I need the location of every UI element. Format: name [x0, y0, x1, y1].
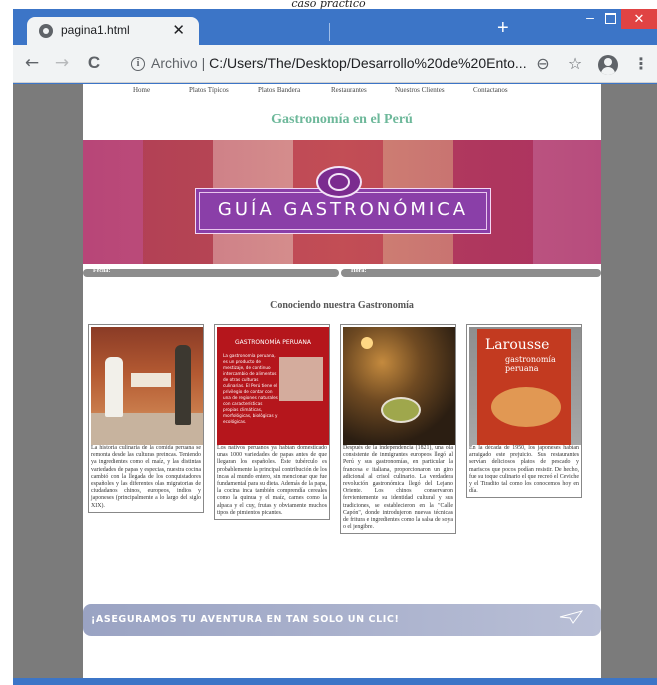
address-text: Archivo | C:/Users/The/Desktop/Desarroll…	[151, 55, 527, 71]
info-icon[interactable]: i	[131, 57, 145, 71]
tab-title: pagina1.html	[61, 23, 130, 37]
globe-icon	[39, 24, 53, 38]
browser-toolbar: ← → C i Archivo | C:/Users/The/Desktop/D…	[13, 45, 657, 83]
nav-link-home[interactable]: Home	[133, 86, 150, 94]
page-viewport: Home Platos Típicos Platos Bandera Resta…	[13, 84, 657, 678]
url-text: C:/Users/The/Desktop/Desarrollo%20de%20E…	[209, 55, 527, 71]
info-card: Después de la independencia (1821), una …	[340, 324, 456, 535]
maximize-button[interactable]	[597, 9, 623, 29]
nav-link-restaurantes[interactable]: Restaurantes	[331, 86, 367, 94]
browser-window: pagina1.html ✕ + – ✕ ← → C i Archivo | C…	[13, 9, 657, 685]
address-separator: |	[201, 55, 206, 71]
tab-separator	[329, 23, 330, 41]
star-icon[interactable]: ☆	[563, 52, 587, 76]
card-text: Los nativos peruanos ya habían domestica…	[217, 445, 327, 516]
nav-link-platos-tipicos[interactable]: Platos Típicos	[189, 86, 229, 94]
nav-link-platos-bandera[interactable]: Platos Bandera	[258, 86, 300, 94]
tab-close-icon[interactable]: ✕	[172, 21, 185, 39]
reload-button[interactable]: C	[83, 52, 105, 74]
promo-banner[interactable]: ¡ASEGURAMOS TU AVENTURA EN TAN SOLO UN C…	[83, 604, 601, 636]
forward-button[interactable]: →	[51, 52, 73, 74]
address-bar[interactable]: i Archivo | C:/Users/The/Desktop/Desarro…	[121, 51, 561, 77]
site-title: Gastronomía en el Perú	[271, 112, 413, 127]
book-title: Larousse	[485, 337, 550, 353]
web-page: Home Platos Típicos Platos Bandera Resta…	[83, 84, 601, 678]
close-window-button[interactable]: ✕	[621, 9, 657, 29]
promo-text: ¡ASEGURAMOS TU AVENTURA EN TAN SOLO UN C…	[91, 614, 400, 625]
search-icon[interactable]: ⊖	[531, 52, 555, 76]
slide-text: La gastronomía peruana, es un producto d…	[223, 353, 278, 424]
banner-text: GUÍA GASTRONÓMICA	[217, 199, 469, 220]
tab-pagina1[interactable]: pagina1.html ✕	[27, 17, 199, 45]
card-text: Después de la independencia (1821), una …	[343, 445, 453, 531]
info-card: La historia culinaria de la comida perua…	[88, 324, 204, 513]
dining-photo	[343, 327, 455, 445]
card-text: La historia culinaria de la comida perua…	[91, 445, 201, 509]
section-title: Conociendo nuestra Gastronomía	[270, 300, 414, 311]
restaurant-photo	[91, 327, 203, 445]
book-subtitle: gastronomía peruana	[505, 355, 556, 373]
nav-link-nuestros-clientes[interactable]: Nuestros Clientes	[395, 86, 445, 94]
tab-strip: pagina1.html ✕ + – ✕	[13, 9, 657, 45]
date-label: Fecha:	[93, 268, 111, 274]
info-card: Larousse gastronomía peruana En la décad…	[466, 324, 582, 499]
info-card: GASTRONOMÍA PERUANA La gastronomía perua…	[214, 324, 330, 521]
window-bottom-border	[13, 678, 657, 685]
kebab-menu-icon[interactable]: ⋮	[629, 52, 653, 76]
gastronomia-slide-image: GASTRONOMÍA PERUANA La gastronomía perua…	[217, 327, 329, 445]
time-bar: Hora:	[341, 268, 601, 277]
nav-link-contactanos[interactable]: Contactanos	[473, 86, 508, 94]
paper-plane-icon	[559, 610, 583, 624]
slide-title: GASTRONOMÍA PERUANA	[235, 339, 311, 346]
scheme-label: Archivo	[151, 55, 198, 71]
plate-cutlery-icon	[316, 166, 362, 198]
date-bar: Fecha:	[83, 268, 339, 277]
hero-banner: GUÍA GASTRONÓMICA	[83, 140, 601, 264]
time-label: Hora:	[351, 268, 367, 274]
statue-photo	[279, 357, 323, 401]
back-button[interactable]: ←	[21, 52, 43, 74]
larousse-book-photo: Larousse gastronomía peruana	[469, 327, 581, 445]
card-text: En la década de 1950, los japoneses habí…	[469, 445, 579, 495]
new-tab-button[interactable]: +	[497, 17, 509, 39]
site-nav: Home Platos Típicos Platos Bandera Resta…	[83, 86, 601, 100]
account-icon[interactable]	[598, 55, 618, 75]
